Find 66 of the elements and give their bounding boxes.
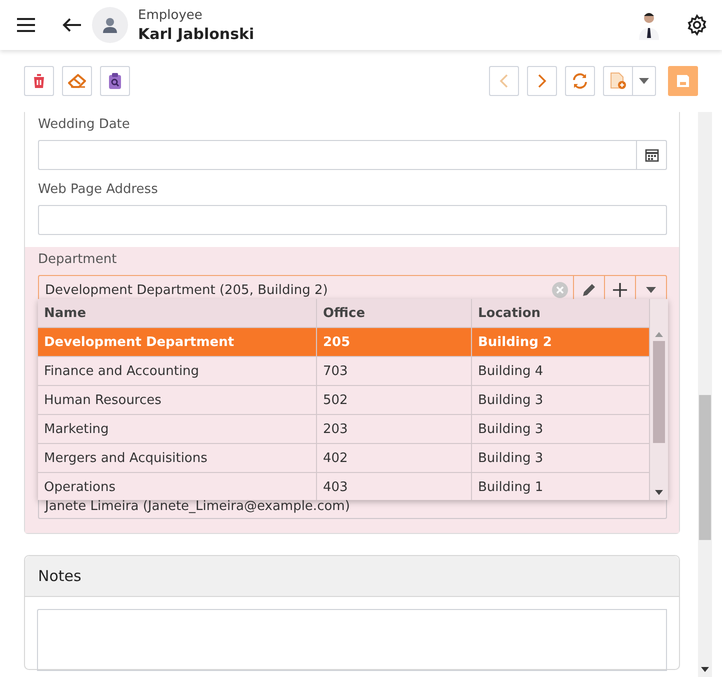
text-field[interactable] <box>38 205 667 235</box>
table-cell: Building 4 <box>472 356 650 386</box>
list-scrollbar[interactable] <box>650 299 668 500</box>
new-document-icon <box>609 72 627 90</box>
clipboard-search-icon <box>108 72 122 90</box>
table-cell: Mergers and Acquisitions <box>38 444 316 472</box>
caret-icon <box>646 287 656 293</box>
table-cell: 403 <box>316 472 472 500</box>
next-button[interactable] <box>527 66 557 96</box>
table-cell: Operations <box>38 472 316 500</box>
date-field[interactable] <box>38 140 667 170</box>
back-arrow-icon[interactable] <box>62 17 82 33</box>
page-title: Karl Jablonski <box>138 25 254 43</box>
clipboard-search-button[interactable] <box>100 66 130 96</box>
dropdown-row[interactable]: Mergers and Acquisitions 402 Building 3 <box>38 444 650 472</box>
clear-icon[interactable] <box>552 282 568 298</box>
notes-field[interactable] <box>37 609 667 671</box>
chevron-left-icon <box>499 73 509 89</box>
field-label: Department <box>38 252 118 268</box>
scroll-down-icon[interactable] <box>701 667 709 672</box>
table-cell: 502 <box>316 386 472 414</box>
table-cell: 402 <box>316 444 472 472</box>
save-icon <box>676 74 690 88</box>
dropdown-row[interactable]: Finance and Accounting 703 Building 4 <box>38 356 650 386</box>
table-cell: 703 <box>316 356 472 386</box>
column-header[interactable]: Name <box>38 299 316 328</box>
table-cell: 203 <box>316 414 472 444</box>
table-cell: Development Department <box>38 328 316 356</box>
user-avatar-icon[interactable] <box>638 10 660 40</box>
table-cell: 205 <box>316 328 472 356</box>
dropdown-row[interactable]: Marketing 203 Building 3 <box>38 414 650 444</box>
avatar-icon <box>92 7 128 43</box>
eraser-button[interactable] <box>62 66 92 96</box>
trash-icon <box>32 73 46 89</box>
panel-title: Notes <box>38 567 82 585</box>
settings-icon[interactable] <box>686 14 708 36</box>
page-scrollbar[interactable] <box>698 112 712 677</box>
table-cell: Building 3 <box>472 444 650 472</box>
chevron-right-icon <box>537 73 547 89</box>
table-cell: Building 3 <box>472 386 650 414</box>
table-cell: Building 3 <box>472 414 650 444</box>
new-record-button[interactable] <box>603 66 633 96</box>
table-cell: Human Resources <box>38 386 316 414</box>
refresh-button[interactable] <box>565 66 595 96</box>
column-header[interactable]: Office <box>316 299 472 328</box>
scrollbar-thumb[interactable] <box>699 395 711 540</box>
menu-icon[interactable] <box>16 17 36 33</box>
table-cell: Marketing <box>38 414 316 444</box>
scrollbar-thumb[interactable] <box>653 341 665 443</box>
field-label: Wedding Date <box>38 117 131 133</box>
page-subtitle: Employee <box>138 7 204 25</box>
refresh-icon <box>572 73 588 89</box>
dropdown-row[interactable]: Human Resources 502 Building 3 <box>38 386 650 414</box>
scroll-up-icon[interactable] <box>655 332 663 337</box>
table-cell: Finance and Accounting <box>38 356 316 386</box>
field-label: Web Page Address <box>38 182 159 198</box>
calendar-icon <box>644 148 658 162</box>
scroll-down-icon[interactable] <box>655 490 663 495</box>
save-button[interactable] <box>668 66 698 96</box>
eraser-icon <box>68 74 86 88</box>
table-cell: Building 2 <box>472 328 650 356</box>
delete-button[interactable] <box>24 66 54 96</box>
column-header[interactable]: Location <box>472 299 650 328</box>
plus-icon <box>613 283 627 297</box>
dropdown-button[interactable] <box>633 66 656 96</box>
caret-icon <box>639 78 649 84</box>
